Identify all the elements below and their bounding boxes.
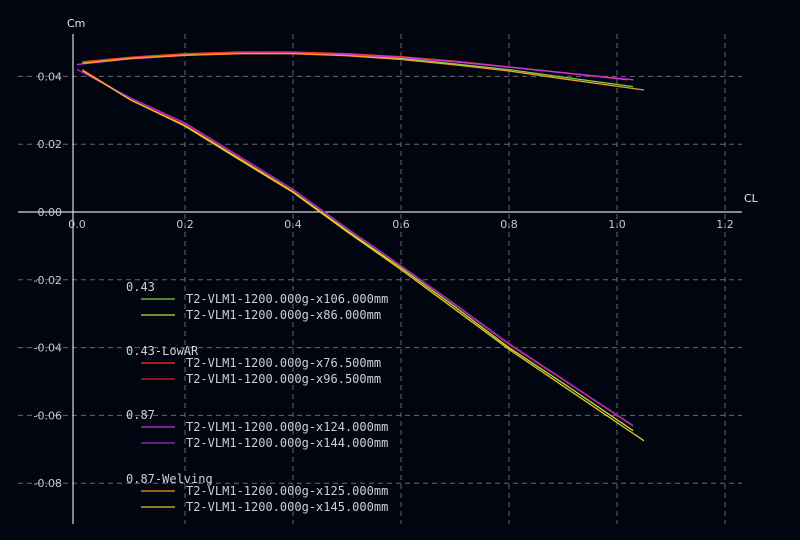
legend-entry-3-1: T2-VLM1-1200.000g-x145.000mm	[186, 500, 388, 514]
x-tick-label-4: 0.8	[500, 218, 518, 231]
y-tick-label-1: 0.02	[38, 138, 63, 151]
legend-entry-0-0: T2-VLM1-1200.000g-x106.000mm	[186, 292, 388, 306]
y-tick-label-0: 0.04	[38, 70, 63, 83]
y-tick-label-6: -0.08	[34, 477, 62, 490]
y-tick-label-5: -0.06	[34, 409, 62, 422]
legend-entry-2-0: T2-VLM1-1200.000g-x124.000mm	[186, 420, 388, 434]
legend-entry-1-0: T2-VLM1-1200.000g-x76.500mm	[186, 356, 381, 370]
x-axis-label: CL	[744, 192, 759, 205]
legend-group-title-2: 0.87	[126, 408, 155, 422]
x-tick-label-1: 0.2	[176, 218, 194, 231]
legend: 0.43 T2-VLM1-1200.000g-x106.000mm T2-VLM1-…	[126, 280, 388, 514]
legend-group-title-0: 0.43	[126, 280, 155, 294]
x-tick-label-5: 1.0	[608, 218, 626, 231]
legend-entry-3-0: T2-VLM1-1200.000g-x125.000mm	[186, 484, 388, 498]
x-tick-label-6: 1.2	[716, 218, 734, 231]
x-tick-label-0: 0.0	[68, 218, 86, 231]
legend-entry-1-1: T2-VLM1-1200.000g-x96.500mm	[186, 372, 381, 386]
grid	[18, 34, 742, 524]
axes: Cm CL	[18, 17, 759, 524]
legend-entry-0-1: T2-VLM1-1200.000g-x86.000mm	[186, 308, 381, 322]
y-axis-label: Cm	[67, 17, 85, 30]
y-tick-label-2: 0.00	[38, 206, 63, 219]
x-tick-label-3: 0.6	[392, 218, 410, 231]
y-tick-label-3: -0.02	[34, 274, 62, 287]
y-tick-label-4: -0.04	[34, 342, 62, 355]
legend-entry-2-1: T2-VLM1-1200.000g-x144.000mm	[186, 436, 388, 450]
x-tick-label-2: 0.4	[284, 218, 302, 231]
chart-canvas: Cm CL 0.0 0.2 0.4 0.6 0.8 1.0 1.2 0.04 0.02 0.00 -…	[18, 17, 759, 524]
series-line-0-0	[82, 52, 634, 88]
